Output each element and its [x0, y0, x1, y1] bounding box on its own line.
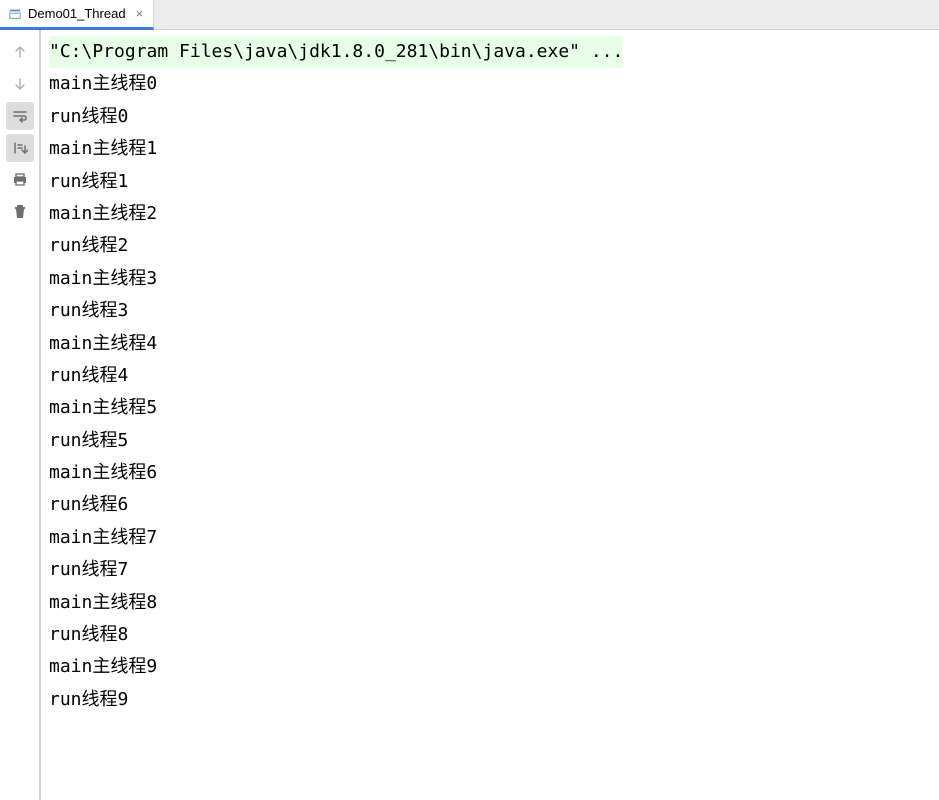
console-output-line: run线程7: [49, 554, 931, 586]
console-output-line: run线程4: [49, 360, 931, 392]
scroll-to-end-button[interactable]: [6, 134, 34, 162]
console-output-line: run线程6: [49, 489, 931, 521]
tab-title: Demo01_Thread: [28, 6, 126, 21]
tab-demo01-thread[interactable]: Demo01_Thread ×: [0, 0, 154, 30]
console-output-line: main主线程4: [49, 328, 931, 360]
tab-bar: Demo01_Thread ×: [0, 0, 939, 30]
console-output-line: run线程3: [49, 295, 931, 327]
trash-button[interactable]: [6, 198, 34, 226]
console-output-line: run线程8: [49, 619, 931, 651]
console-output[interactable]: "C:\Program Files\java\jdk1.8.0_281\bin\…: [40, 30, 939, 800]
console-output-line: main主线程1: [49, 133, 931, 165]
close-icon[interactable]: ×: [136, 7, 144, 20]
up-button[interactable]: [6, 38, 34, 66]
console-output-line: main主线程8: [49, 587, 931, 619]
console-output-line: run线程9: [49, 684, 931, 716]
console-output-line: main主线程9: [49, 651, 931, 683]
console-output-line: run线程2: [49, 230, 931, 262]
print-button[interactable]: [6, 166, 34, 194]
console-output-line: run线程1: [49, 166, 931, 198]
run-tab-icon: [8, 7, 22, 21]
main-area: "C:\Program Files\java\jdk1.8.0_281\bin\…: [0, 30, 939, 800]
console-command-line: "C:\Program Files\java\jdk1.8.0_281\bin\…: [49, 36, 623, 68]
console-output-line: run线程5: [49, 425, 931, 457]
console-toolbar: [0, 30, 40, 800]
console-output-line: main主线程2: [49, 198, 931, 230]
console-output-line: main主线程6: [49, 457, 931, 489]
console-output-line: main主线程3: [49, 263, 931, 295]
soft-wrap-button[interactable]: [6, 102, 34, 130]
console-output-line: main主线程7: [49, 522, 931, 554]
console-output-line: run线程0: [49, 101, 931, 133]
console-output-line: main主线程0: [49, 68, 931, 100]
console-output-line: main主线程5: [49, 392, 931, 424]
down-button[interactable]: [6, 70, 34, 98]
